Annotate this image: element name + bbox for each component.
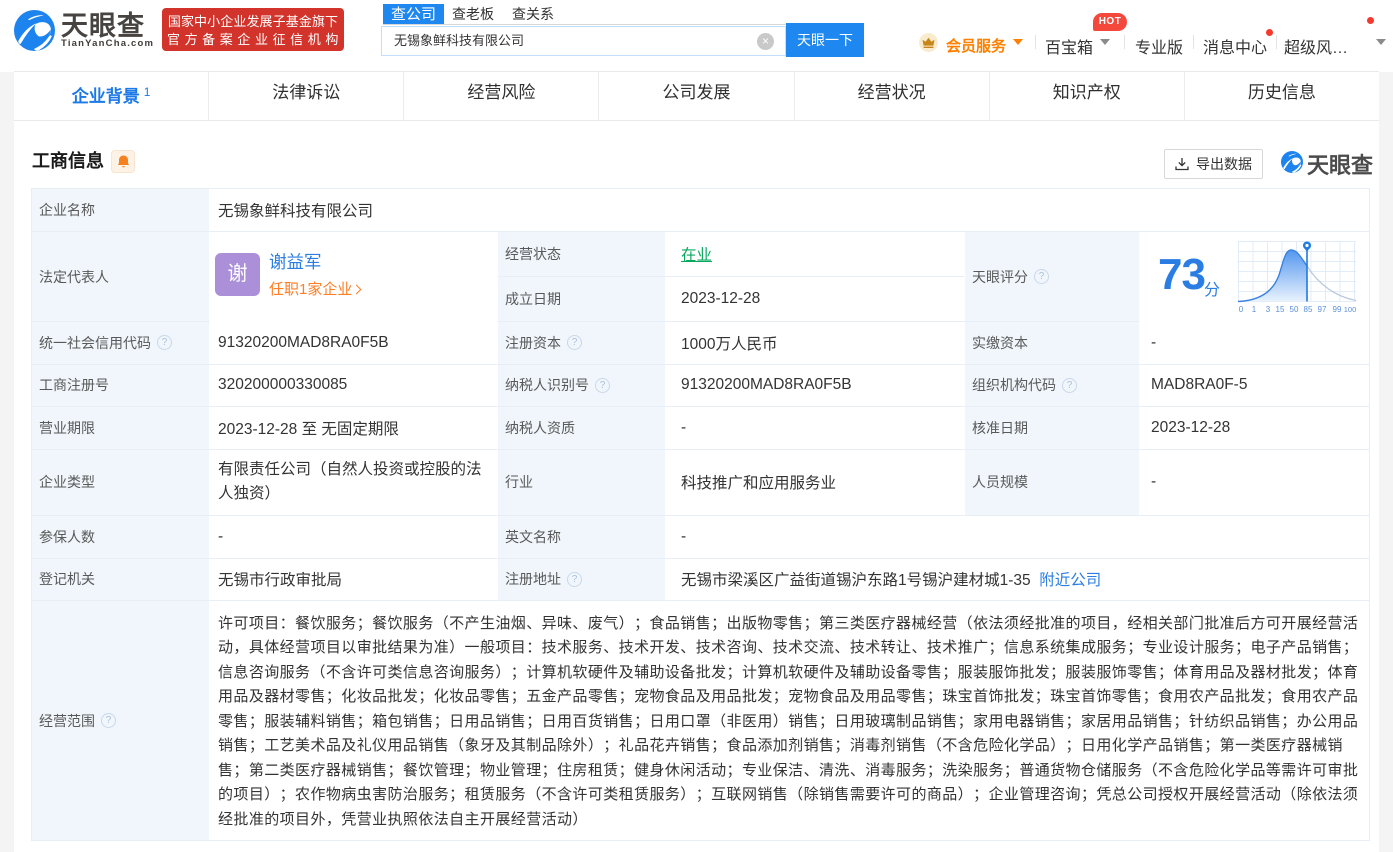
svg-text:99: 99: [1333, 305, 1342, 313]
svg-text:0: 0: [1239, 305, 1244, 313]
svg-text:3: 3: [1266, 305, 1271, 313]
svg-text:50: 50: [1290, 305, 1299, 313]
svg-text:15: 15: [1276, 305, 1285, 313]
svg-text:85: 85: [1304, 305, 1313, 313]
svg-text:1: 1: [1252, 305, 1257, 313]
svg-text:100: 100: [1344, 305, 1356, 313]
svg-text:97: 97: [1318, 305, 1327, 313]
